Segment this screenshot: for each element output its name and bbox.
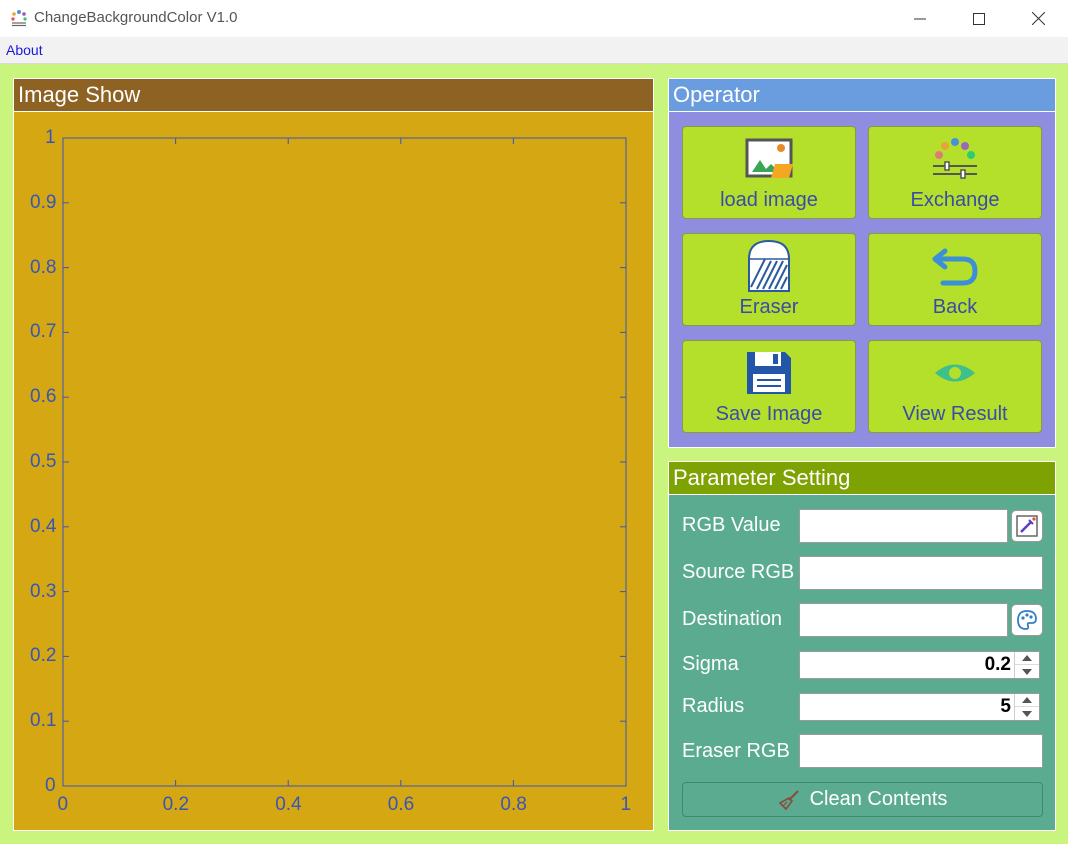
close-icon [1031,12,1045,25]
sigma-spinner[interactable]: 0.2 [799,651,1040,679]
y-tick-label: 0 [45,775,56,796]
x-tick-label: 0.6 [387,794,415,815]
color-adjust-icon [933,138,977,179]
palette-app-icon [10,9,28,27]
minimize-button[interactable] [892,0,948,37]
sigma-label: Sigma [682,653,739,675]
view-result-button[interactable]: View Result [868,340,1042,433]
color-picker-button[interactable] [1011,510,1043,542]
x-tick-label: 0.4 [275,794,302,815]
clean-contents-button[interactable]: Clean Contents [682,782,1043,817]
source-rgb-label: Source RGB [682,561,795,583]
y-tick-label: 0.9 [30,191,57,213]
back-label: Back [932,296,978,318]
eye-icon [935,364,975,382]
eraser-button[interactable]: Eraser [682,233,856,326]
load-image-button[interactable]: load image [682,126,856,219]
save-image-button[interactable]: Save Image [682,340,856,433]
y-tick-label: 0.1 [30,710,57,732]
exchange-label: Exchange [910,189,1000,211]
palette-button[interactable] [1011,604,1043,636]
x-tick-label: 0.8 [500,794,527,815]
operator-title: Operator [669,79,1055,112]
operator-panel: Operator load image Exchange Eraser Back… [668,78,1056,448]
y-tick-label: 0.7 [30,321,57,343]
save-image-label: Save Image [715,403,823,425]
window-title: ChangeBackgroundColor V1.0 [34,9,238,26]
radius-up-button[interactable] [1015,694,1039,707]
sigma-up-button[interactable] [1015,652,1039,665]
rgb-value-label: RGB Value [682,514,781,536]
clean-contents-label: Clean Contents [809,788,948,810]
maximize-icon [973,12,985,25]
chevron-down-icon [1022,710,1032,717]
destination-input[interactable] [799,603,1008,637]
destination-label: Destination [682,608,783,630]
title-bar: ChangeBackgroundColor V1.0 [0,0,1068,37]
back-button[interactable]: Back [868,233,1042,326]
x-tick-label: 0.2 [162,794,190,815]
y-tick-label: 0.6 [30,386,57,408]
chevron-down-icon [1022,668,1032,675]
image-axes[interactable] [14,79,653,830]
radius-spinner[interactable]: 5 [799,693,1040,721]
load-image-label: load image [720,189,818,211]
broom-icon [778,789,799,810]
y-tick-label: 0.8 [30,256,57,278]
y-tick-label: 0.3 [30,580,57,602]
floppy-disk-icon [747,352,791,394]
eraser-rgb-input[interactable] [799,734,1043,768]
sigma-down-button[interactable] [1015,665,1039,678]
radius-label: Radius [682,695,745,717]
y-tick-label: 0.2 [30,645,57,667]
y-tick-label: 1 [45,127,56,148]
exchange-button[interactable]: Exchange [868,126,1042,219]
source-rgb-input[interactable] [799,556,1043,590]
menu-bar: About [0,37,1068,64]
eraser-label: Eraser [739,296,799,318]
menu-about[interactable]: About [6,42,43,58]
radius-value: 5 [1000,696,1011,717]
x-tick-label: 1 [620,794,632,815]
color-picker-icon [1016,515,1038,537]
eraser-icon [748,239,790,292]
chevron-up-icon [1022,655,1032,661]
parameter-panel: Parameter Setting RGB Value Source RGB D… [668,461,1056,831]
view-result-label: View Result [902,403,1008,425]
image-show-panel: Image Show 0 0.2 0.4 0.6 0.8 1 0 0.1 0.2 0.3 0.4 0.… [13,78,654,831]
palette-icon [1017,610,1037,630]
y-tick-label: 0.5 [30,451,57,472]
undo-arrow-icon [932,248,978,286]
radius-down-button[interactable] [1015,707,1039,720]
chevron-up-icon [1022,697,1032,703]
parameter-title: Parameter Setting [669,462,1055,495]
eraser-rgb-label: Eraser RGB [682,740,790,762]
close-button[interactable] [1010,0,1066,37]
image-folder-icon [745,138,793,178]
maximize-button[interactable] [951,0,1007,37]
axes-frame [62,137,627,787]
y-tick-label: 0.4 [30,515,57,537]
x-tick-label: 0 [57,794,69,815]
minimize-icon [914,18,926,19]
main-area: Image Show 0 0.2 0.4 0.6 0.8 1 0 0.1 0.2 0.3 0.4 0.… [0,64,1068,844]
rgb-value-input[interactable] [799,509,1008,543]
sigma-value: 0.2 [984,654,1011,675]
